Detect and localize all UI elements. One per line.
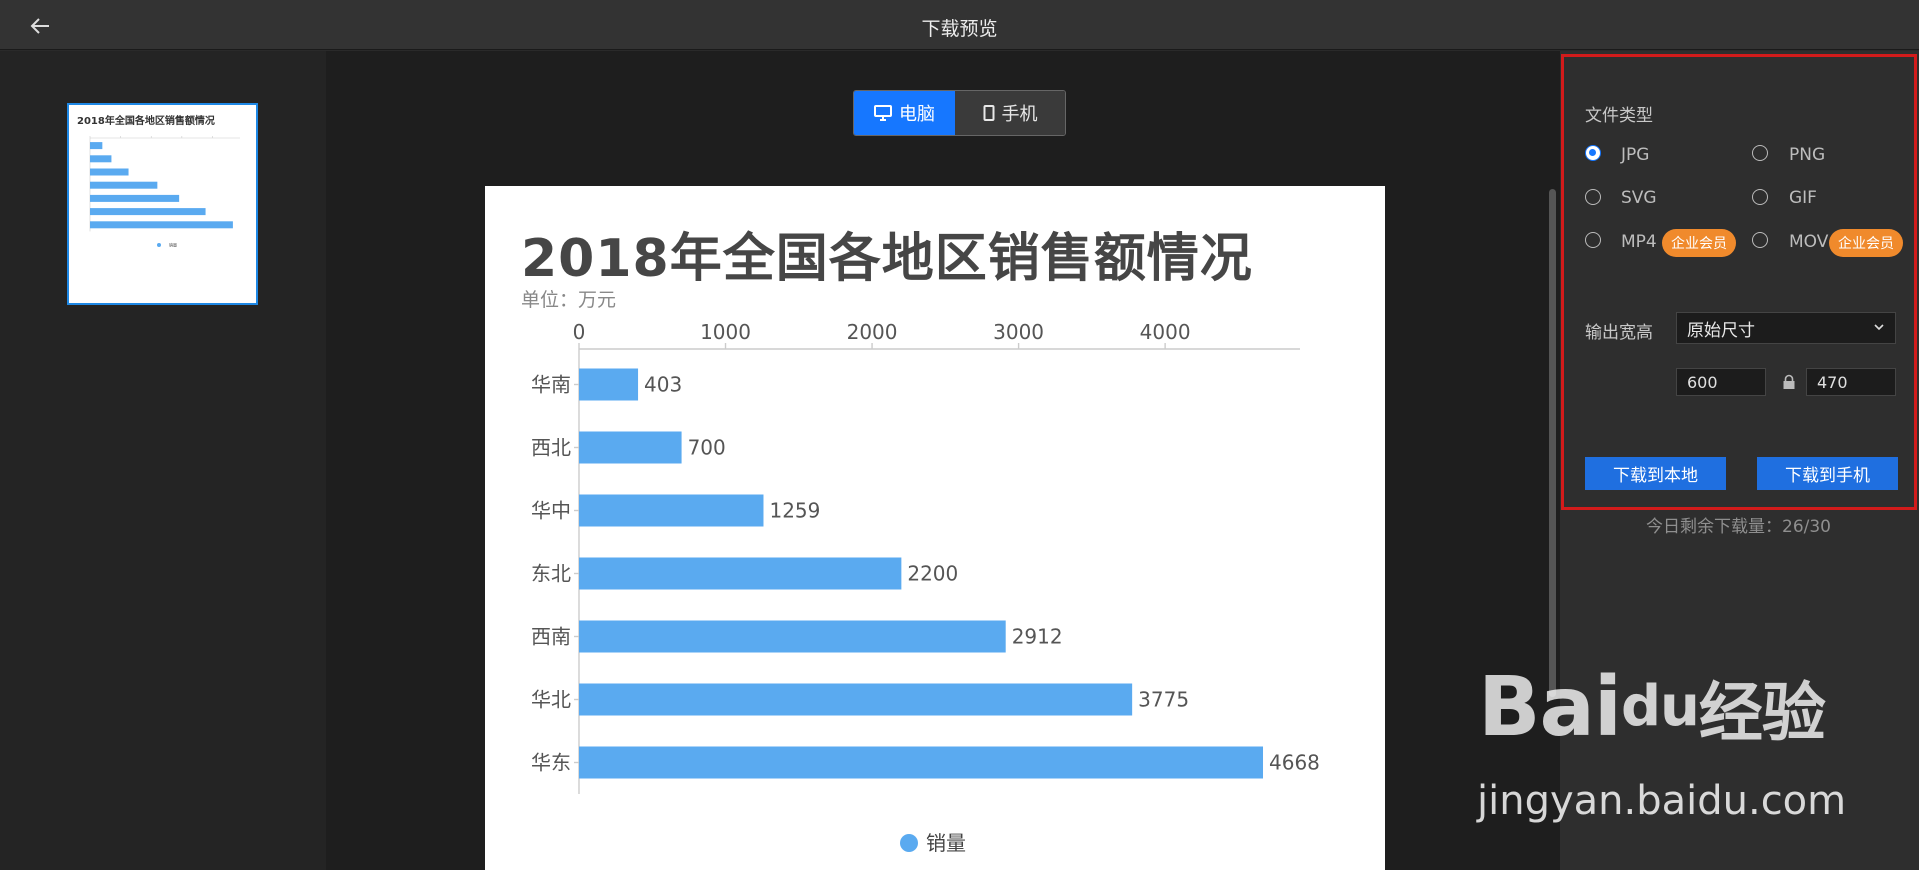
download-local-button[interactable]: 下载到本地: [1585, 457, 1726, 490]
radio-mp4-label: MP4: [1621, 232, 1657, 252]
preview-area: 电脑 手机 2018年全国各地区销售额情况 单位：万元 0 1000 2000 300…: [326, 51, 1560, 870]
width-input[interactable]: [1676, 368, 1766, 396]
bar: [90, 155, 112, 163]
radio-mov-label: MOV: [1789, 232, 1829, 252]
legend-label: 销量: [169, 241, 177, 247]
radio-mov[interactable]: [1752, 232, 1768, 248]
category-label: 华东: [531, 751, 571, 775]
legend-label: 销量: [926, 831, 966, 855]
lock-icon[interactable]: [1782, 374, 1796, 390]
baidu-watermark-logo: Baidu经验: [1478, 660, 1826, 755]
watermark-logo-suffix: 经验: [1698, 677, 1826, 751]
x-tick-label: 2000: [847, 320, 898, 344]
thumbnail-panel: 2018年全国各地区销售额情况 销量: [0, 51, 326, 870]
bar: [579, 494, 764, 527]
bar: [90, 181, 158, 189]
watermark-logo-text: Bai: [1478, 660, 1622, 755]
tab-mobile[interactable]: 手机: [955, 91, 1065, 135]
device-toggle: 电脑 手机: [853, 90, 1066, 136]
page-title: 下载预览: [921, 18, 998, 40]
top-bar: 下载预览: [0, 0, 1919, 50]
data-label: 4668: [1269, 751, 1320, 775]
category-label: 华中: [531, 499, 571, 523]
bar: [579, 746, 1264, 779]
radio-jpg-label: JPG: [1621, 145, 1650, 165]
radio-svg[interactable]: [1585, 189, 1601, 205]
legend-swatch: [900, 834, 918, 852]
vertical-scrollbar[interactable]: [1549, 189, 1556, 697]
radio-mp4[interactable]: [1585, 232, 1601, 248]
monitor-icon: [874, 105, 892, 121]
data-label: 700: [688, 436, 726, 460]
bar: [579, 557, 902, 590]
enterprise-badge-mov: 企业会员: [1829, 229, 1903, 257]
radio-jpg[interactable]: [1585, 145, 1601, 161]
watermark-paw: du: [1620, 674, 1700, 739]
category-label: 华南: [531, 373, 571, 397]
category-label: 华北: [531, 688, 571, 712]
radio-svg-label: SVG: [1621, 188, 1657, 208]
phone-icon: [983, 105, 994, 121]
data-label: 1259: [769, 499, 820, 523]
data-label: 403: [644, 373, 682, 397]
size-select-value: 原始尺寸: [1687, 320, 1755, 341]
category-label: 西北: [531, 436, 571, 460]
x-tick-label: 1000: [700, 320, 751, 344]
chevron-down-icon: [1874, 324, 1884, 331]
output-size-label: 输出宽高: [1585, 323, 1653, 343]
x-tick-label: 0: [573, 320, 586, 344]
bar: [579, 368, 639, 401]
file-type-label: 文件类型: [1585, 106, 1653, 126]
bar: [90, 194, 180, 202]
radio-png[interactable]: [1752, 145, 1768, 161]
bar-chart: 0 1000 2000 3000 4000 华南 403 西北 700 华中 1259 东北 2200 西…: [531, 320, 1320, 855]
chart-canvas: 2018年全国各地区销售额情况 单位：万元 0 1000 2000 3000 4000 华…: [485, 186, 1385, 870]
radio-gif-label: GIF: [1789, 188, 1817, 208]
x-tick-label: 3000: [993, 320, 1044, 344]
baidu-watermark-url: jingyan.baidu.com: [1477, 778, 1847, 824]
bar: [90, 168, 129, 176]
thumbnail-chart: 销量: [89, 136, 240, 247]
size-select[interactable]: 原始尺寸: [1676, 312, 1896, 344]
bar: [90, 142, 103, 150]
height-input[interactable]: [1806, 368, 1896, 396]
x-tick-label: 4000: [1140, 320, 1191, 344]
bar: [579, 431, 682, 464]
tab-desktop[interactable]: 电脑: [854, 91, 955, 135]
data-label: 3775: [1138, 688, 1189, 712]
radio-gif[interactable]: [1752, 189, 1768, 205]
enterprise-badge-mp4: 企业会员: [1662, 229, 1736, 257]
legend-swatch: [157, 243, 161, 247]
tab-mobile-label: 手机: [1001, 104, 1038, 125]
category-label: 西南: [531, 625, 571, 649]
bar: [90, 208, 206, 216]
bar: [579, 683, 1133, 716]
tab-desktop-label: 电脑: [899, 104, 935, 125]
download-quota: 今日剩余下载量：26/30: [1646, 517, 1831, 537]
data-label: 2912: [1012, 625, 1063, 649]
chart-thumbnail[interactable]: 2018年全国各地区销售额情况 销量: [67, 103, 258, 305]
data-label: 2200: [907, 562, 958, 586]
radio-png-label: PNG: [1789, 145, 1826, 165]
download-phone-button[interactable]: 下载到手机: [1757, 457, 1898, 490]
bar: [90, 221, 233, 229]
category-label: 东北: [531, 562, 571, 586]
bar: [579, 620, 1006, 653]
